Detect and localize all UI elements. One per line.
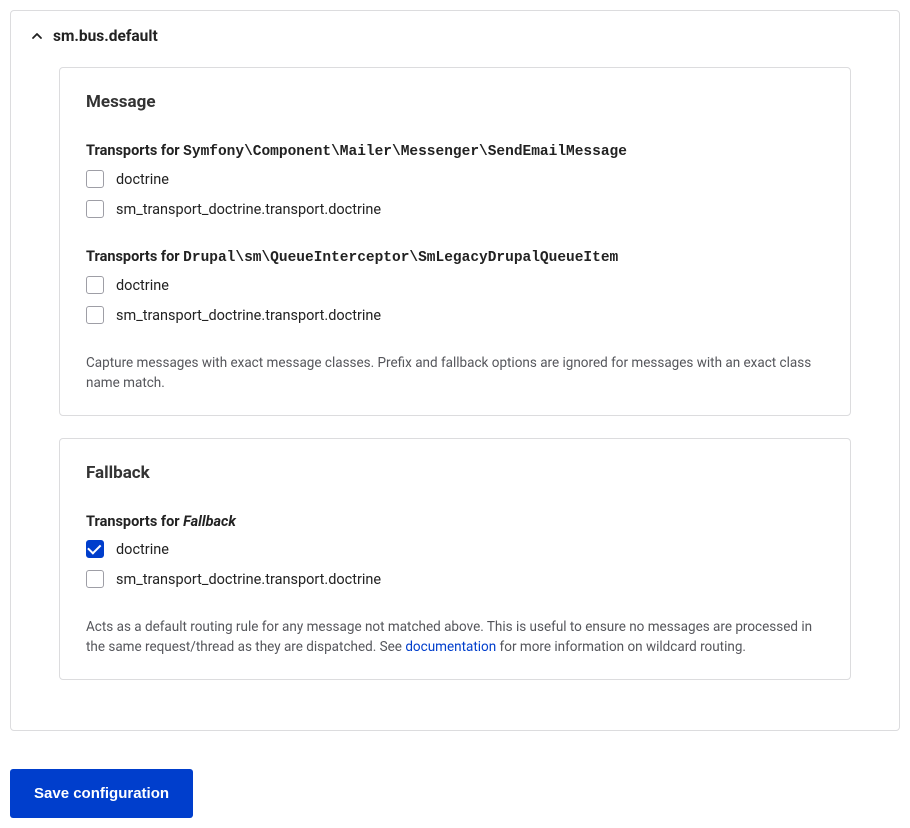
transports-for-prefix: Transports for <box>86 142 183 159</box>
transport-section-label: Transports for Fallback <box>86 513 824 530</box>
chevron-up-icon <box>31 30 43 42</box>
transport-section-queueitem: Transports for Drupal\sm\QueueIntercepto… <box>86 248 824 324</box>
fallback-italic-label: Fallback <box>183 513 236 530</box>
fieldset-message-description: Capture messages with exact message clas… <box>86 354 824 393</box>
details-container: sm.bus.default Message Transports for Sy… <box>10 10 900 731</box>
checkbox-sm-transport-doctrine[interactable] <box>86 200 104 218</box>
checkbox-sm-transport-doctrine[interactable] <box>86 306 104 324</box>
class-name: Drupal\sm\QueueInterceptor\SmLegacyDrupa… <box>183 250 618 266</box>
checkbox-row: doctrine <box>86 276 824 294</box>
checkbox-label[interactable]: sm_transport_doctrine.transport.doctrine <box>116 201 381 218</box>
checkbox-label[interactable]: doctrine <box>116 541 169 558</box>
checkbox-row: sm_transport_doctrine.transport.doctrine <box>86 570 824 588</box>
checkbox-doctrine[interactable] <box>86 276 104 294</box>
checkbox-doctrine[interactable] <box>86 540 104 558</box>
fieldset-message-legend: Message <box>86 92 824 112</box>
transport-section-sendemail: Transports for Symfony\Component\Mailer\… <box>86 142 824 218</box>
details-summary[interactable]: sm.bus.default <box>31 21 879 55</box>
transports-for-prefix: Transports for <box>86 513 183 530</box>
class-name: Symfony\Component\Mailer\Messenger\SendE… <box>183 144 627 160</box>
transport-section-label: Transports for Symfony\Component\Mailer\… <box>86 142 824 160</box>
transport-section-label: Transports for Drupal\sm\QueueIntercepto… <box>86 248 824 266</box>
checkbox-row: sm_transport_doctrine.transport.doctrine <box>86 306 824 324</box>
checkbox-sm-transport-doctrine[interactable] <box>86 570 104 588</box>
checkbox-label[interactable]: doctrine <box>116 171 169 188</box>
details-title: sm.bus.default <box>53 27 158 45</box>
checkbox-doctrine[interactable] <box>86 170 104 188</box>
transports-for-prefix: Transports for <box>86 248 183 265</box>
fieldset-fallback: Fallback Transports for Fallback doctrin… <box>59 438 851 680</box>
transport-section-fallback: Transports for Fallback doctrine sm_tran… <box>86 513 824 588</box>
checkbox-label[interactable]: sm_transport_doctrine.transport.doctrine <box>116 307 381 324</box>
checkbox-row: doctrine <box>86 540 824 558</box>
checkbox-row: sm_transport_doctrine.transport.doctrine <box>86 200 824 218</box>
checkbox-row: doctrine <box>86 170 824 188</box>
save-configuration-button[interactable]: Save configuration <box>10 769 193 818</box>
fieldset-fallback-legend: Fallback <box>86 463 824 483</box>
documentation-link[interactable]: documentation <box>405 639 496 655</box>
checkbox-label[interactable]: sm_transport_doctrine.transport.doctrine <box>116 571 381 588</box>
fieldset-message: Message Transports for Symfony\Component… <box>59 67 851 416</box>
fieldset-fallback-description: Acts as a default routing rule for any m… <box>86 618 824 657</box>
description-text-after: for more information on wildcard routing… <box>496 639 746 655</box>
checkbox-label[interactable]: doctrine <box>116 277 169 294</box>
